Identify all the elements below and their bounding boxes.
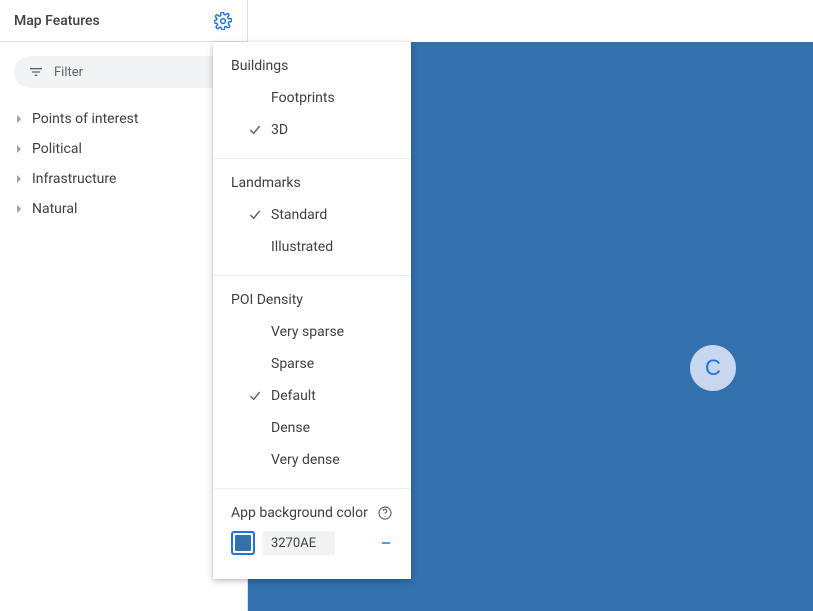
check-icon <box>247 207 263 223</box>
option-label: 3D <box>271 122 288 138</box>
option-label: Very sparse <box>271 324 344 340</box>
section-poi-density: POI Density Very sparse Sparse Default D… <box>213 276 411 489</box>
feature-political[interactable]: Political <box>6 134 241 164</box>
option-label: Illustrated <box>271 239 333 255</box>
caret-right-icon <box>14 144 24 154</box>
feature-list: Points of interest Political Infrastruct… <box>0 98 247 230</box>
sidebar-title: Map Features <box>14 13 100 29</box>
option-label: Very dense <box>271 452 340 468</box>
option-poi-dense[interactable]: Dense <box>213 412 411 444</box>
option-landmarks-illustrated[interactable]: Illustrated <box>213 231 411 263</box>
option-poi-very-sparse[interactable]: Very sparse <box>213 316 411 348</box>
caret-right-icon <box>14 204 24 214</box>
minus-icon[interactable] <box>379 536 393 550</box>
gear-icon[interactable] <box>213 11 233 31</box>
option-label: Standard <box>271 207 327 223</box>
section-title-poi-density: POI Density <box>213 288 411 316</box>
feature-points-of-interest[interactable]: Points of interest <box>6 104 241 134</box>
feature-infrastructure[interactable]: Infrastructure <box>6 164 241 194</box>
bgcolor-title: App background color <box>231 505 368 521</box>
caret-right-icon <box>14 114 24 124</box>
map-settings-panel: Buildings Footprints 3D Landmarks Standa… <box>213 42 411 579</box>
option-landmarks-standard[interactable]: Standard <box>213 199 411 231</box>
feature-label: Infrastructure <box>32 171 116 187</box>
filter-icon <box>28 64 44 80</box>
option-poi-default[interactable]: Default <box>213 380 411 412</box>
feature-natural[interactable]: Natural <box>6 194 241 224</box>
user-avatar[interactable]: C <box>690 345 736 391</box>
color-swatch-inner <box>235 535 251 551</box>
filter-placeholder: Filter <box>54 65 83 80</box>
help-icon[interactable] <box>377 505 393 521</box>
section-buildings: Buildings Footprints 3D <box>213 42 411 159</box>
option-poi-sparse[interactable]: Sparse <box>213 348 411 380</box>
bgcolor-title-row: App background color <box>213 501 411 531</box>
hex-input[interactable] <box>263 531 335 555</box>
sidebar-header: Map Features <box>0 0 247 42</box>
map-features-sidebar: Map Features Filter Points of interest <box>0 0 248 611</box>
avatar-initial: C <box>705 355 721 381</box>
section-title-landmarks: Landmarks <box>213 171 411 199</box>
check-icon <box>247 122 263 138</box>
map-top-gap <box>248 0 813 42</box>
option-poi-very-dense[interactable]: Very dense <box>213 444 411 476</box>
option-label: Dense <box>271 420 310 436</box>
section-title-buildings: Buildings <box>213 54 411 82</box>
option-label: Sparse <box>271 356 314 372</box>
check-icon <box>247 388 263 404</box>
bgcolor-swatch-row <box>213 531 411 567</box>
filter-input[interactable]: Filter <box>14 56 233 88</box>
section-landmarks: Landmarks Standard Illustrated <box>213 159 411 276</box>
feature-label: Natural <box>32 201 77 217</box>
option-label: Footprints <box>271 90 335 106</box>
section-app-bg-color: App background color <box>213 489 411 579</box>
option-buildings-3d[interactable]: 3D <box>213 114 411 146</box>
caret-right-icon <box>14 174 24 184</box>
color-swatch[interactable] <box>231 531 255 555</box>
option-label: Default <box>271 388 316 404</box>
feature-label: Points of interest <box>32 111 138 127</box>
feature-label: Political <box>32 141 82 157</box>
filter-wrap: Filter <box>0 42 247 98</box>
option-buildings-footprints[interactable]: Footprints <box>213 82 411 114</box>
